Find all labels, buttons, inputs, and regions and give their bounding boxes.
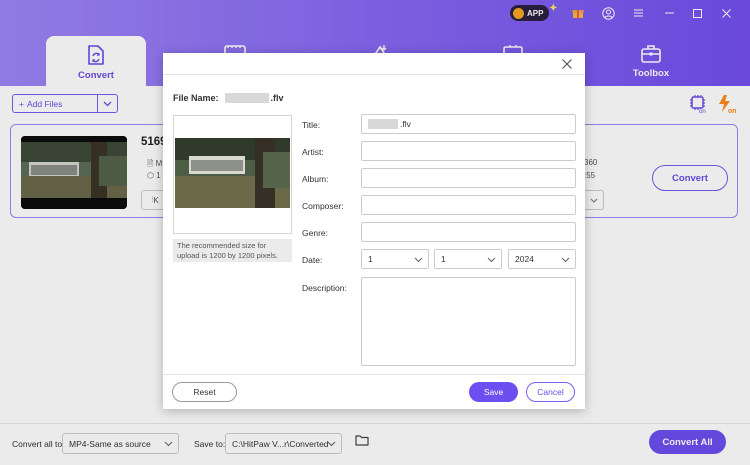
title-label: Title: (302, 120, 321, 130)
edit-metadata-dialog: File Name: .flv The recommended size for… (163, 53, 585, 409)
file-name-ext: .flv (270, 93, 284, 103)
redacted-name (224, 93, 269, 103)
album-label: Album: (302, 174, 329, 184)
date-year-select[interactable]: 2024 (508, 249, 576, 269)
album-input[interactable] (361, 168, 576, 188)
reset-button[interactable]: Reset (172, 382, 237, 402)
close-icon[interactable] (561, 58, 573, 70)
file-name-row: File Name: .flv (173, 93, 284, 103)
description-label: Description: (302, 283, 347, 293)
cover-image-box[interactable] (173, 115, 292, 234)
chevron-down-icon (414, 257, 423, 263)
description-textarea[interactable] (361, 277, 576, 366)
composer-input[interactable] (361, 195, 576, 215)
genre-input[interactable] (361, 222, 576, 242)
file-name-label: File Name: (173, 93, 219, 103)
date-label: Date: (302, 255, 323, 265)
composer-label: Composer: (302, 201, 344, 211)
cover-size-note: The recommended size for upload is 1200 … (173, 239, 292, 262)
date-day-select[interactable]: 1 (434, 249, 502, 269)
cover-thumbnail (175, 138, 290, 208)
dialog-titlebar (163, 53, 585, 75)
redacted-title (368, 119, 398, 129)
save-button[interactable]: Save (469, 382, 518, 402)
artist-input[interactable] (361, 141, 576, 161)
genre-label: Genre: (302, 228, 328, 238)
artist-label: Artist: (302, 147, 324, 157)
title-input[interactable]: .flv (361, 114, 576, 134)
chevron-down-icon (561, 257, 570, 263)
date-month-select[interactable]: 1 (361, 249, 429, 269)
cancel-button[interactable]: Cancel (526, 382, 575, 402)
chevron-down-icon (487, 257, 496, 263)
